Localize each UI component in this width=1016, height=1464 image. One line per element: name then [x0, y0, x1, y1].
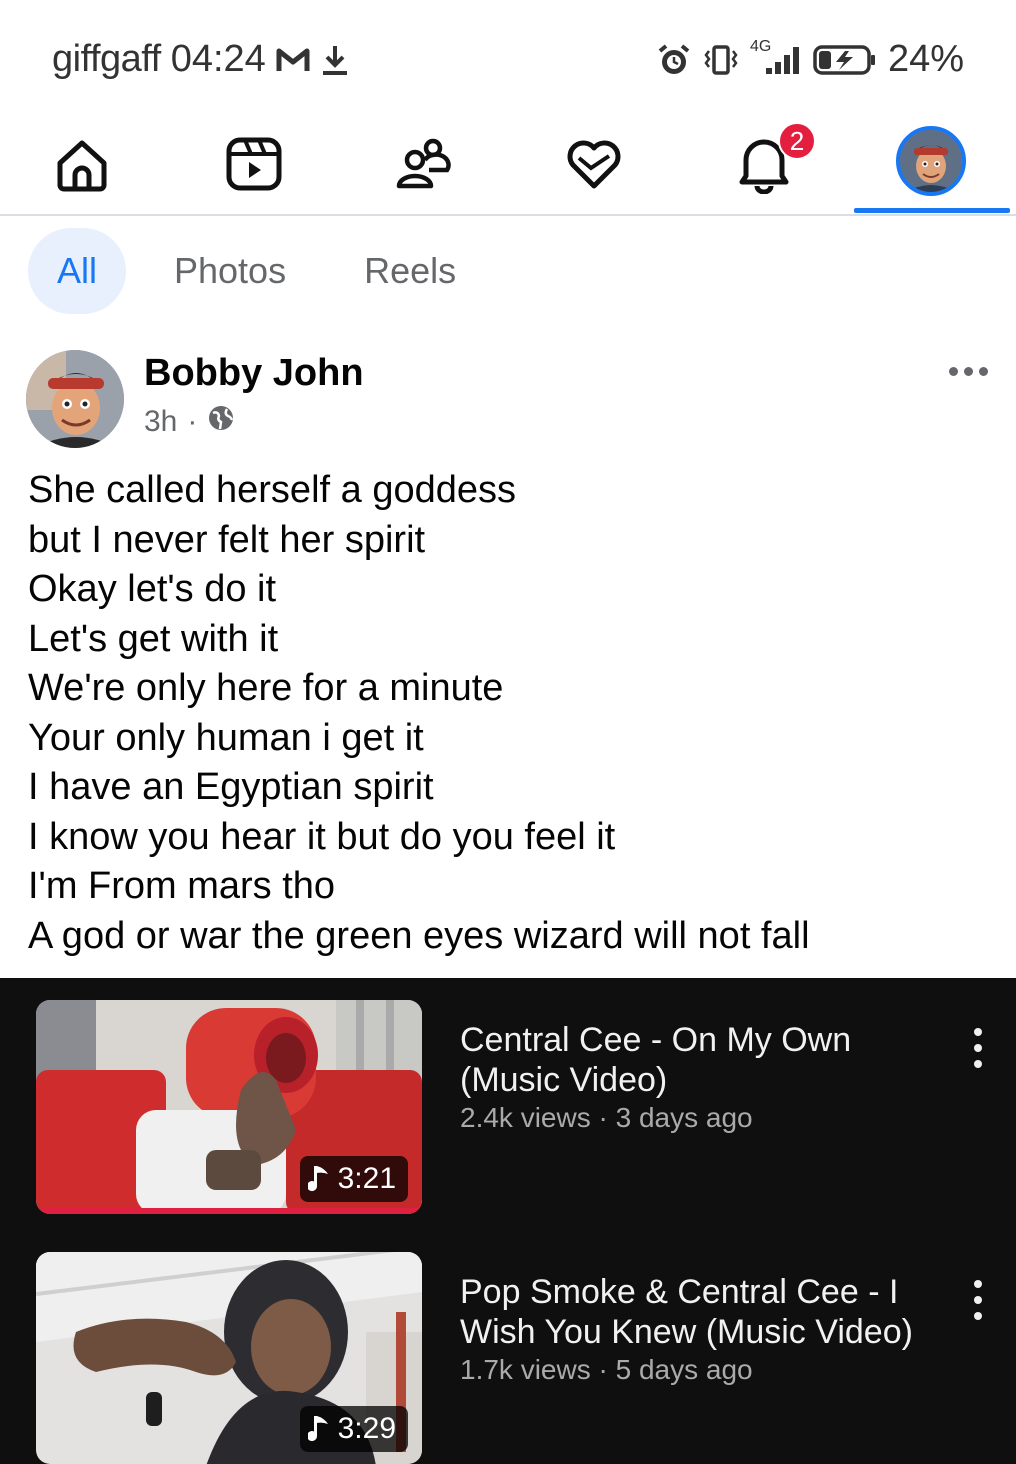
signal-icon: 4G	[750, 38, 802, 76]
dot	[948, 366, 958, 376]
nav-reels[interactable]	[194, 118, 314, 214]
filter-photos[interactable]: Photos	[126, 228, 334, 314]
alarm-icon	[656, 43, 692, 77]
post-line: but I never felt her spirit	[28, 518, 426, 561]
dot	[974, 1296, 982, 1304]
friends-icon	[395, 138, 453, 195]
nav-friends[interactable]	[364, 118, 484, 214]
content-filter-tabs: All Photos Reels	[28, 228, 504, 314]
dot	[978, 366, 988, 376]
video-duration: 3:21	[337, 1162, 396, 1195]
video-title[interactable]: Central Cee - On My Own (Music Video)	[460, 1020, 940, 1100]
status-left: giffgaff 04:24	[52, 38, 350, 81]
author-avatar-image	[26, 350, 124, 448]
avatar-image	[900, 130, 962, 192]
watch-progress-bar	[36, 1208, 422, 1214]
post-line: I have an Egyptian spirit	[28, 766, 434, 808]
stat-separator: ·	[598, 1102, 608, 1133]
stat-separator: ·	[598, 1354, 608, 1385]
post-body: She called herself a goddess but I never…	[28, 466, 988, 961]
post-line: We're only here for a minute	[28, 667, 504, 709]
post-options-button[interactable]	[940, 356, 996, 386]
post-line: Your only human i get it	[28, 716, 424, 759]
video-stats: 1.7k views · 5 days ago	[460, 1354, 753, 1386]
reels-icon	[225, 136, 283, 197]
battery-percent: 24%	[887, 38, 964, 80]
status-right: 4G 24%	[656, 38, 964, 81]
notification-count-badge: 2	[778, 122, 816, 160]
music-note-icon	[307, 1164, 330, 1194]
video-title[interactable]: Pop Smoke & Central Cee - I Wish You Kne…	[460, 1272, 930, 1352]
dot	[974, 1312, 982, 1320]
post-time[interactable]: 3h	[144, 405, 177, 439]
post-author-avatar[interactable]	[26, 350, 124, 448]
vibrate-icon	[702, 43, 740, 77]
dot	[963, 366, 973, 376]
carrier-label: giffgaff	[52, 38, 161, 80]
profile-avatar[interactable]	[896, 126, 966, 196]
video-stats: 2.4k views · 3 days ago	[460, 1102, 753, 1134]
nav-dating[interactable]	[534, 118, 654, 214]
battery-charging-icon	[812, 43, 878, 77]
gmail-icon	[276, 46, 310, 74]
duration-badge: 3:29	[299, 1406, 408, 1452]
post-author-name[interactable]: Bobby John	[144, 352, 364, 395]
duration-badge: 3:21	[299, 1156, 408, 1202]
globe-icon	[207, 404, 235, 440]
network-label: 4G	[749, 37, 772, 55]
post-line: A god or war the green eyes wizard will …	[28, 914, 810, 957]
video-age: 3 days ago	[615, 1102, 753, 1133]
download-icon	[320, 44, 350, 76]
nav-active-indicator	[854, 208, 1010, 213]
video-item[interactable]: 3:21 Central Cee - On My Own (Music Vide…	[0, 1000, 1016, 1230]
video-views: 2.4k views	[460, 1102, 591, 1133]
nav-home[interactable]	[22, 118, 142, 214]
post-line: I know you hear it but do you feel it	[28, 815, 616, 858]
filter-reels[interactable]: Reels	[334, 228, 504, 314]
post-line: I'm From mars tho	[28, 865, 336, 907]
clock: 04:24	[170, 38, 266, 80]
post-line: Let's get with it	[28, 617, 279, 660]
home-icon	[52, 135, 112, 198]
dot	[974, 1060, 982, 1068]
top-nav-bar	[0, 118, 1016, 216]
filter-all[interactable]: All	[28, 228, 126, 314]
meta-separator: ·	[187, 405, 198, 438]
video-thumbnail[interactable]: 3:21	[36, 1000, 422, 1214]
video-options-button[interactable]	[966, 1028, 990, 1068]
music-note-icon	[307, 1414, 330, 1444]
video-duration: 3:29	[337, 1412, 396, 1445]
status-bar: giffgaff 04:24 4G 24%	[0, 0, 1016, 120]
shared-video-list: 3:21 Central Cee - On My Own (Music Vide…	[0, 978, 1016, 1464]
video-views: 1.7k views	[460, 1354, 591, 1385]
video-thumbnail[interactable]: 3:29	[36, 1252, 422, 1464]
post-line: Okay let's do it	[28, 568, 277, 610]
dot	[974, 1028, 982, 1036]
dot	[974, 1044, 982, 1052]
video-item[interactable]: 3:29 Pop Smoke & Central Cee - I Wish Yo…	[0, 1252, 1016, 1464]
post-line: She called herself a goddess	[28, 469, 516, 511]
dot	[974, 1280, 982, 1288]
dating-icon	[565, 138, 623, 195]
video-age: 5 days ago	[615, 1354, 753, 1385]
video-options-button[interactable]	[966, 1280, 990, 1320]
post-meta: 3h ·	[144, 404, 235, 440]
